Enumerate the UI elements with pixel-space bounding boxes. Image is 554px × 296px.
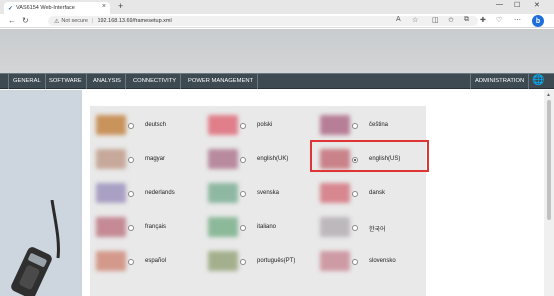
- language-option[interactable]: nederlands: [90, 180, 202, 214]
- reload-icon[interactable]: ↻: [22, 16, 29, 25]
- language-option[interactable]: slovensko: [314, 248, 426, 282]
- page-header-banner: [0, 29, 554, 73]
- language-label: 한국어: [369, 227, 386, 233]
- address-bar-row: ← ↻ ⚠ Not secure | 192.168.13.69/framese…: [0, 14, 554, 28]
- language-option[interactable]: dansk: [314, 180, 426, 214]
- language-option[interactable]: english(UK): [202, 146, 314, 180]
- menu-administration[interactable]: ADMINISTRATION: [470, 74, 530, 89]
- language-label: slovensko: [369, 258, 396, 264]
- language-label: français: [145, 224, 167, 230]
- collections-icon[interactable]: ⧉: [464, 16, 469, 24]
- language-label: svenska: [257, 190, 280, 196]
- language-radio[interactable]: [352, 225, 358, 231]
- language-radio[interactable]: [240, 259, 246, 265]
- language-option[interactable]: svenska: [202, 180, 314, 214]
- main-menu-bar: GENERAL SOFTWARE ANALYSIS CONNECTIVITY P…: [0, 73, 554, 89]
- separator: |: [92, 18, 94, 24]
- language-radio[interactable]: [128, 259, 134, 265]
- minimize-icon[interactable]: —: [496, 1, 503, 8]
- browser-tab-bar: ✓ VAS6154 Web-Interface × + — ☐ ✕: [0, 0, 554, 14]
- language-option[interactable]: português(PT): [202, 248, 314, 282]
- flag-icon: [320, 115, 350, 135]
- url-text[interactable]: 192.168.13.69/framesetup.xml: [97, 18, 171, 24]
- language-label: português(PT): [257, 258, 296, 264]
- language-label: čeština: [369, 122, 389, 128]
- language-option[interactable]: français: [90, 214, 202, 248]
- language-option[interactable]: polski: [202, 112, 314, 146]
- favorite-icon[interactable]: ☆: [412, 16, 418, 24]
- more-menu-icon[interactable]: ⋯: [514, 16, 521, 24]
- language-radio[interactable]: [240, 191, 246, 197]
- flag-icon: [96, 149, 126, 169]
- language-radio[interactable]: [240, 225, 246, 231]
- extensions-icon[interactable]: ✚: [480, 16, 486, 24]
- flag-icon: [208, 115, 238, 135]
- flag-icon: [96, 115, 126, 135]
- language-radio[interactable]: [128, 123, 134, 129]
- menu-connectivity[interactable]: CONNECTIVITY: [129, 74, 182, 89]
- language-radio[interactable]: [352, 259, 358, 265]
- globe-language-icon[interactable]: 🌐: [532, 75, 544, 86]
- language-radio[interactable]: [128, 225, 134, 231]
- copilot-icon[interactable]: b: [532, 15, 544, 27]
- menu-power-management[interactable]: POWER MANAGEMENT: [184, 74, 259, 89]
- security-label[interactable]: Not secure: [61, 18, 88, 24]
- language-label: polski: [257, 122, 273, 128]
- tab-close-icon[interactable]: ×: [102, 3, 106, 10]
- language-label: english(UK): [257, 156, 289, 162]
- flag-icon: [320, 251, 350, 271]
- language-label: italiano: [257, 224, 277, 230]
- language-option[interactable]: magyar: [90, 146, 202, 180]
- flag-icon: [96, 217, 126, 237]
- menu-general[interactable]: GENERAL: [8, 74, 46, 89]
- scroll-up-icon[interactable]: ▲: [546, 92, 551, 98]
- split-screen-icon[interactable]: ◫: [432, 16, 439, 24]
- menu-analysis[interactable]: ANALYSIS: [89, 74, 126, 89]
- flag-icon: [208, 183, 238, 203]
- warning-icon: ⚠: [54, 18, 60, 25]
- language-radio[interactable]: [352, 191, 358, 197]
- language-label: magyar: [145, 156, 166, 162]
- flag-icon: [208, 217, 238, 237]
- language-label: español: [145, 258, 167, 264]
- language-label: nederlands: [145, 190, 175, 196]
- selection-highlight-box: [310, 140, 429, 172]
- flag-icon: [208, 149, 238, 169]
- tab-title: VAS6154 Web-Interface: [16, 5, 75, 11]
- menu-software[interactable]: SOFTWARE: [45, 74, 87, 89]
- left-device-panel: [0, 90, 82, 296]
- back-icon[interactable]: ←: [8, 16, 16, 25]
- browser-essentials-icon[interactable]: ♡: [496, 16, 502, 24]
- browser-tab[interactable]: ✓ VAS6154 Web-Interface ×: [4, 2, 110, 14]
- scroll-thumb[interactable]: [547, 100, 551, 220]
- read-aloud-icon[interactable]: A: [396, 16, 401, 23]
- language-radio[interactable]: [352, 123, 358, 129]
- language-radio[interactable]: [128, 157, 134, 163]
- vw-favicon-icon: ✓: [8, 5, 14, 12]
- language-label: deutsch: [145, 122, 167, 128]
- flag-icon: [96, 183, 126, 203]
- favorites-bar-icon[interactable]: ✩: [448, 16, 454, 24]
- language-option[interactable]: deutsch: [90, 112, 202, 146]
- language-radio[interactable]: [240, 123, 246, 129]
- flag-icon: [320, 217, 350, 237]
- language-radio[interactable]: [240, 157, 246, 163]
- maximize-icon[interactable]: ☐: [514, 1, 520, 9]
- vci-device-image: [11, 200, 60, 296]
- close-window-icon[interactable]: ✕: [534, 1, 540, 9]
- flag-icon: [208, 251, 238, 271]
- flag-icon: [96, 251, 126, 271]
- flag-icon: [320, 183, 350, 203]
- language-radio[interactable]: [128, 191, 134, 197]
- language-option[interactable]: 한국어: [314, 214, 426, 248]
- language-label: dansk: [369, 190, 386, 196]
- language-grid: deutsch polski čeština magyar english(UK) eng…: [90, 106, 426, 296]
- language-option[interactable]: italiano: [202, 214, 314, 248]
- new-tab-button[interactable]: +: [118, 1, 123, 11]
- language-option[interactable]: español: [90, 248, 202, 282]
